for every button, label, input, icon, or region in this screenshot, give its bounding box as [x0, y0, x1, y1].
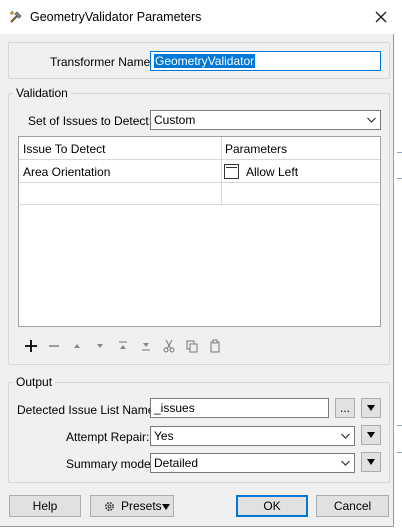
- repair-menu-button[interactable]: [361, 425, 381, 445]
- move-top-icon[interactable]: [116, 339, 130, 353]
- help-button-label: Help: [32, 499, 58, 513]
- title-bar: GeometryValidator Parameters: [0, 0, 394, 34]
- chevron-down-icon: [367, 117, 376, 123]
- help-button[interactable]: Help: [9, 495, 81, 517]
- repair-label: Attempt Repair:: [66, 430, 150, 444]
- triangle-down-icon: [162, 504, 170, 510]
- summary-dropdown[interactable]: Detailed: [150, 453, 355, 473]
- summary-value: Detailed: [154, 456, 199, 470]
- move-bottom-icon[interactable]: [139, 339, 153, 353]
- issue-list-menu-button[interactable]: [361, 398, 381, 418]
- parameter-cell: Allow Left: [246, 165, 299, 179]
- transformer-icon: [10, 11, 22, 23]
- issues-table: Issue To Detect Parameters Area Orientat…: [18, 136, 381, 327]
- parameters-dialog: GeometryValidator Parameters Transformer…: [0, 0, 394, 527]
- issue-list-value: _issues: [154, 401, 195, 415]
- issue-list-label: Detected Issue List Name:: [17, 403, 158, 417]
- summary-label: Summary mode:: [66, 457, 155, 471]
- background-mark: [397, 452, 402, 453]
- repair-dropdown[interactable]: Yes: [150, 426, 355, 446]
- presets-button-label: Presets: [121, 499, 162, 513]
- output-legend: Output: [13, 375, 56, 389]
- column-divider: [221, 137, 222, 204]
- window-title: GeometryValidator Parameters: [30, 10, 202, 24]
- triangle-down-icon: [367, 459, 375, 465]
- validation-legend: Validation: [13, 86, 71, 100]
- issues-set-dropdown[interactable]: Custom: [150, 110, 381, 130]
- background-mark: [397, 178, 402, 179]
- copy-icon[interactable]: [185, 339, 199, 353]
- summary-menu-button[interactable]: [361, 452, 381, 472]
- browse-button[interactable]: ...: [335, 398, 355, 418]
- cancel-button[interactable]: Cancel: [316, 495, 389, 517]
- browse-button-label: ...: [339, 401, 350, 415]
- repair-value: Yes: [154, 429, 174, 443]
- move-down-icon[interactable]: [93, 339, 107, 353]
- background-mark: [397, 152, 402, 153]
- cut-icon[interactable]: [162, 339, 176, 353]
- row-divider: [19, 159, 380, 160]
- column-header-parameters[interactable]: Parameters: [225, 142, 287, 156]
- issues-set-label: Set of Issues to Detect:: [28, 114, 153, 128]
- issue-list-input[interactable]: _issues: [150, 398, 329, 418]
- background-window-strip: [394, 0, 402, 529]
- transformer-name-input[interactable]: GeometryValidator: [150, 51, 381, 71]
- transformer-name-label: Transformer Name:: [50, 55, 154, 69]
- paste-icon[interactable]: [208, 339, 222, 353]
- allow-left-checkbox[interactable]: [224, 164, 239, 179]
- cancel-button-label: Cancel: [333, 499, 372, 513]
- close-icon[interactable]: [372, 8, 390, 26]
- gear-icon: [105, 502, 114, 511]
- chevron-down-icon: [341, 433, 350, 439]
- ok-button[interactable]: OK: [236, 495, 308, 517]
- move-up-icon[interactable]: [70, 339, 84, 353]
- transformer-name-value: GeometryValidator: [154, 54, 256, 68]
- presets-button[interactable]: Presets: [90, 495, 174, 517]
- triangle-down-icon: [367, 405, 375, 411]
- column-header-issue[interactable]: Issue To Detect: [23, 142, 106, 156]
- ok-button-label: OK: [263, 499, 281, 513]
- add-icon[interactable]: [24, 339, 38, 353]
- row-divider: [19, 204, 380, 205]
- row-divider: [19, 182, 380, 183]
- triangle-down-icon: [367, 432, 375, 438]
- chevron-down-icon: [341, 460, 350, 466]
- issues-set-value: Custom: [154, 113, 196, 127]
- remove-icon[interactable]: [47, 339, 61, 353]
- issue-cell: Area Orientation: [23, 165, 111, 179]
- background-mark: [397, 425, 402, 426]
